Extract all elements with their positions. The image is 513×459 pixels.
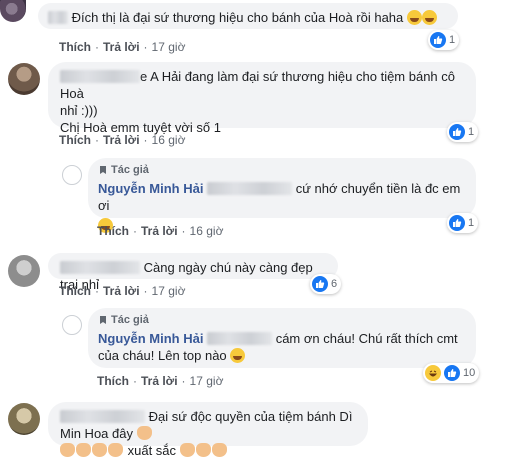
clap-icon xyxy=(179,443,195,457)
comment-text-line: nhỉ :))) xyxy=(60,103,98,118)
redacted-name xyxy=(207,332,273,345)
author-name[interactable]: Nguyễn Minh Hải xyxy=(98,181,203,196)
timestamp[interactable]: 17 giờ xyxy=(190,374,224,388)
like-link[interactable]: Thích xyxy=(59,40,91,54)
like-icon xyxy=(430,32,446,48)
redacted-name xyxy=(60,410,145,423)
timestamp[interactable]: 17 giờ xyxy=(152,284,186,298)
timestamp[interactable]: 17 giờ xyxy=(152,40,186,54)
reaction-summary[interactable]: 1 xyxy=(447,122,479,142)
reply-link[interactable]: Trả lời xyxy=(103,133,140,147)
comment-bubble: Đích thị là đại sứ thương hiệu cho bánh … xyxy=(38,3,458,29)
comment-bubble: Đại sứ độc quyền của tiệm bánh Dì Min Ho… xyxy=(48,402,368,458)
reaction-count: 10 xyxy=(463,367,476,379)
comment-text-line: của cháu! Lên top nào xyxy=(98,348,227,363)
badge-icon xyxy=(100,166,106,174)
clap-icon xyxy=(195,443,211,457)
author-badge: Tác giả xyxy=(98,313,466,327)
like-icon xyxy=(312,276,328,292)
like-link[interactable]: Thích xyxy=(59,133,91,147)
comment-actions: Thích · Trả lời · 17 giờ xyxy=(59,40,186,54)
like-icon xyxy=(444,365,460,381)
comment-text-line: xuất sắc xyxy=(127,443,177,458)
comment-actions: Thích · Trả lời · 16 giờ xyxy=(59,133,186,147)
clap-icon xyxy=(76,443,91,457)
comment-actions: Thích · Trả lời · 17 giờ xyxy=(97,374,224,388)
laugh-emoji-icon xyxy=(406,10,422,25)
reaction-summary[interactable]: 1 xyxy=(428,30,460,50)
avatar[interactable] xyxy=(62,315,82,335)
comment-bubble: e A Hải đang làm đại sứ thương hiệu cho … xyxy=(48,62,476,135)
clap-icon xyxy=(92,443,107,457)
laugh-emoji-icon xyxy=(421,10,437,25)
reply-link[interactable]: Trả lời xyxy=(141,224,178,238)
grin-emoji-icon xyxy=(230,348,246,363)
like-link[interactable]: Thích xyxy=(97,224,129,238)
redacted-name xyxy=(48,11,68,24)
redacted-name xyxy=(207,182,293,195)
avatar[interactable] xyxy=(8,403,40,435)
reply-link[interactable]: Trả lời xyxy=(103,284,140,298)
clap-icon xyxy=(108,443,123,457)
comment-actions: Thích · Trả lời · 16 giờ xyxy=(97,224,224,238)
comment-bubble: Tác giả Nguyễn Minh Hải cứ nhớ chuyển ti… xyxy=(88,158,476,233)
comment-actions: Thích · Trả lời · 17 giờ xyxy=(59,284,186,298)
redacted-name xyxy=(60,261,140,274)
timestamp[interactable]: 16 giờ xyxy=(190,224,224,238)
comment-text-line: cám ơn cháu! Chú rất thích cmt xyxy=(275,331,458,346)
reaction-summary[interactable]: 10 xyxy=(423,363,480,383)
avatar[interactable] xyxy=(0,0,26,22)
like-link[interactable]: Thích xyxy=(97,374,129,388)
reaction-count: 1 xyxy=(449,34,456,46)
avatar[interactable] xyxy=(8,63,40,95)
comment-text: Đích thị là đại sứ thương hiệu cho bánh … xyxy=(71,10,404,25)
reaction-count: 6 xyxy=(331,278,338,290)
author-name[interactable]: Nguyễn Minh Hải xyxy=(98,331,203,346)
clap-icon xyxy=(60,443,75,457)
haha-icon xyxy=(425,365,441,381)
clap-icon xyxy=(211,443,227,457)
comment-bubble: Tác giả Nguyễn Minh Hải cám ơn cháu! Chú… xyxy=(88,308,476,368)
badge-icon xyxy=(100,316,106,324)
like-icon xyxy=(449,124,465,140)
timestamp[interactable]: 16 giờ xyxy=(152,133,186,147)
reaction-summary[interactable]: 6 xyxy=(310,274,342,294)
avatar[interactable] xyxy=(62,165,82,185)
like-icon xyxy=(449,215,465,231)
author-badge: Tác giả xyxy=(98,163,466,177)
reply-link[interactable]: Trả lời xyxy=(141,374,178,388)
avatar[interactable] xyxy=(8,255,40,287)
clap-icon xyxy=(136,426,152,440)
reaction-count: 1 xyxy=(468,126,475,138)
redacted-name xyxy=(60,70,140,83)
reaction-summary[interactable]: 1 xyxy=(447,213,479,233)
comment-bubble: Càng ngày chú này càng đẹp trai nhỉ xyxy=(48,253,338,292)
reply-link[interactable]: Trả lời xyxy=(103,40,140,54)
reaction-count: 1 xyxy=(468,217,475,229)
like-link[interactable]: Thích xyxy=(59,284,91,298)
